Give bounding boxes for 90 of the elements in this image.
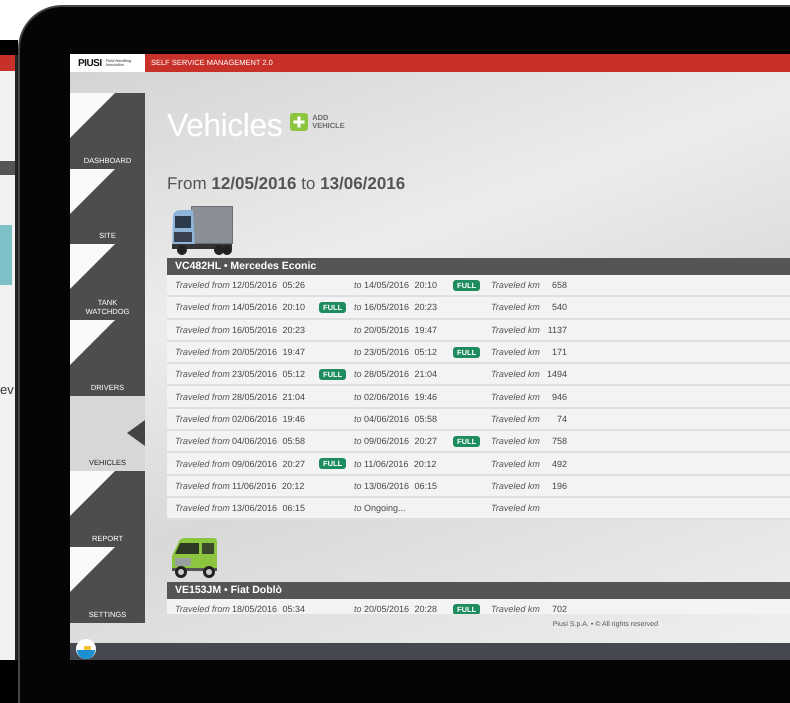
trip-end-time: 13/06/2016 06:15	[364, 480, 438, 491]
distance-value: 1137	[546, 324, 567, 335]
trip-start-time: 16/05/2016 20:23	[232, 324, 306, 335]
trip-label: to	[354, 436, 363, 446]
trip-label: to	[354, 458, 363, 469]
trip-start-time: 02/06/2016 19:46	[232, 414, 306, 424]
trip-label: Traveled from	[175, 347, 231, 358]
corner-triangle-icon	[70, 93, 115, 138]
corner-triangle-icon	[70, 471, 115, 516]
trip-end-time: Ongoing...	[364, 503, 407, 514]
trip-label: to	[354, 280, 363, 290]
trip-label: Traveled km	[491, 480, 541, 491]
trip-end-time: 11/06/2016 20:12	[364, 458, 438, 469]
trip-label: Traveled from	[175, 480, 231, 491]
trip-end-time: 20/05/2016 19:47	[364, 324, 438, 335]
trip-label: Traveled from	[175, 503, 231, 514]
trip-label: to	[354, 347, 363, 358]
distance-value: 658	[550, 280, 567, 290]
trip-end-time: 02/06/2016 19:46	[364, 392, 438, 402]
trip-label: Traveled km	[491, 503, 541, 514]
trip-label: Traveled km	[491, 280, 541, 290]
trip-label: Traveled km	[491, 369, 541, 380]
trip-label: Traveled km	[491, 458, 541, 469]
date-range: From 12/05/2016 to 13/06/2016	[167, 174, 406, 194]
trip-label: to	[354, 302, 363, 312]
distance-value: 74	[556, 414, 567, 424]
trip-label: Traveled from	[175, 436, 231, 446]
trip-label: to	[354, 503, 363, 514]
distance-value: 1494	[546, 369, 567, 380]
trip-end-time: 14/05/2016 20:10	[364, 280, 438, 290]
trip-label: to	[354, 414, 363, 424]
trip-label: Traveled km	[491, 414, 541, 424]
trip-end-time: 28/05/2016 21:04	[364, 369, 438, 380]
distance-value: 171	[550, 347, 567, 358]
distance-value: 702	[550, 604, 567, 614]
corner-triangle-icon	[70, 168, 115, 214]
trip-label: Traveled from	[175, 392, 231, 402]
trip-start-time: 13/06/2016 06:15	[232, 503, 306, 514]
vehicle-header: VC482HL • Mercedes Econic	[167, 258, 790, 275]
trip-label: to	[354, 480, 363, 491]
trip-label: Traveled km	[491, 604, 541, 614]
trip-start-time: 12/05/2016 05:26	[232, 280, 306, 290]
distance-value: 540	[550, 302, 567, 312]
trip-label: to	[354, 369, 363, 380]
vehicle-header: VE153JM • Fiat Doblò	[167, 582, 790, 600]
background-screen-text: ev	[0, 382, 14, 397]
trip-label: Traveled from	[175, 280, 231, 290]
trip-label: to	[354, 392, 363, 402]
chart-bar	[0, 225, 12, 285]
corner-triangle-icon	[70, 547, 115, 592]
header-bar	[0, 55, 15, 71]
trip-end-time: 23/05/2016 05:12	[364, 347, 438, 358]
distance-value: 758	[550, 436, 567, 446]
corner-triangle-icon	[70, 244, 115, 290]
trip-label: Traveled km	[491, 392, 541, 402]
trip-label: Traveled km	[491, 302, 541, 312]
trip-label: Traveled km	[491, 436, 541, 446]
distance-value: 492	[550, 458, 567, 469]
van-icon	[169, 536, 219, 580]
trip-label: Traveled from	[175, 369, 231, 380]
toolbar-bar	[0, 161, 15, 175]
round-app-icon[interactable]	[76, 638, 96, 658]
trip-start-time: 09/06/2016 20:27	[232, 458, 306, 469]
trip-label: to	[354, 324, 363, 335]
trip-label: Traveled from	[175, 324, 231, 335]
trip-label: Traveled km	[491, 347, 541, 358]
selection-pointer-icon	[127, 420, 145, 446]
trip-end-time: 20/05/2016 20:28	[364, 604, 438, 614]
trip-end-time: 04/06/2016 05:58	[364, 414, 438, 424]
trip-start-time: 20/05/2016 19:47	[232, 347, 306, 358]
trip-start-time: 18/05/2016 05:34	[232, 604, 306, 614]
trip-label: Traveled from	[175, 414, 231, 424]
trip-start-time: 11/06/2016 20:12	[232, 480, 306, 491]
trip-start-time: 28/05/2016 21:04	[232, 392, 306, 402]
trip-start-time: 04/06/2016 05:58	[232, 436, 306, 446]
corner-triangle-icon	[70, 320, 115, 366]
trip-label: Traveled from	[175, 302, 231, 312]
brand-logo: PIUSI	[78, 58, 102, 68]
truck-icon	[169, 204, 235, 256]
trip-start-time: 23/05/2016 05:12	[232, 369, 306, 380]
trip-label: Traveled from	[175, 604, 231, 614]
trip-start-time: 14/05/2016 20:10	[232, 302, 306, 312]
plus-icon	[290, 113, 308, 131]
trip-end-time: 09/06/2016 20:27	[364, 436, 438, 446]
distance-value: 196	[550, 480, 567, 491]
distance-value: 946	[550, 392, 567, 402]
trip-end-time: 16/05/2016 20:23	[364, 302, 438, 312]
trip-label: Traveled km	[491, 324, 541, 335]
trip-label: to	[354, 604, 363, 614]
trip-label: Traveled from	[175, 458, 231, 469]
